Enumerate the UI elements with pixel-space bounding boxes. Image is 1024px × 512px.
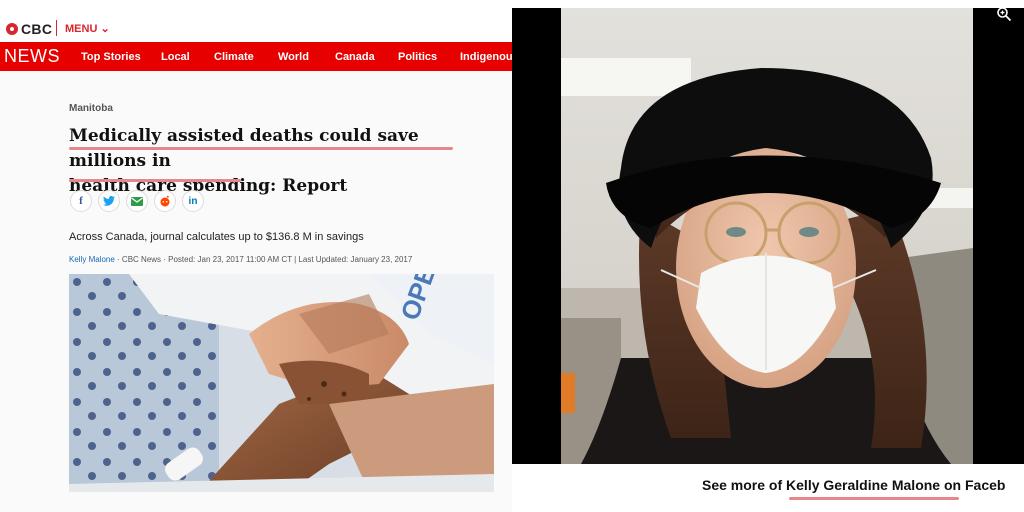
byline-meta: · CBC News · Posted: Jan 23, 2017 11:00 …	[114, 255, 413, 264]
nav-item-indigenous[interactable]: Indigenous	[460, 51, 512, 63]
reddit-share-button[interactable]	[154, 190, 176, 212]
nav-item-canada[interactable]: Canada	[335, 51, 375, 63]
facebook-icon: f	[79, 195, 83, 207]
email-icon	[131, 196, 143, 206]
nav-item-top-stories[interactable]: Top Stories	[81, 51, 141, 63]
section-label[interactable]: Manitoba	[69, 103, 113, 114]
header-divider	[56, 20, 57, 36]
nav-news-title[interactable]: NEWS	[4, 46, 60, 67]
linkedin-share-button[interactable]: in	[182, 190, 204, 212]
nav-item-local[interactable]: Local	[161, 51, 190, 63]
headline-underline-2	[69, 179, 241, 182]
cbc-wordmark: CBC	[21, 21, 53, 37]
nav-item-climate[interactable]: Climate	[214, 51, 254, 63]
cbc-header: CBC MENU ⌄	[0, 0, 512, 42]
zoom-in-icon[interactable]	[996, 6, 1012, 22]
facebook-post-panel: See more of Kelly Geraldine Malone on Fa…	[512, 0, 1024, 512]
share-bar: f in	[70, 190, 204, 212]
nav-item-politics[interactable]: Politics	[398, 51, 437, 63]
facebook-share-button[interactable]: f	[70, 190, 92, 212]
selfie-photo[interactable]	[561, 8, 973, 464]
photo-viewer	[512, 8, 1024, 464]
caption-prefix: See more of	[702, 477, 787, 493]
nav-item-world[interactable]: World	[278, 51, 309, 63]
article-deck: Across Canada, journal calculates up to …	[69, 231, 364, 243]
article-byline: Kelly Malone · CBC News · Posted: Jan 23…	[69, 255, 412, 264]
menu-button[interactable]: MENU ⌄	[65, 22, 110, 35]
caption-suffix: on Faceb	[940, 477, 1006, 493]
author-link[interactable]: Kelly Malone	[69, 255, 115, 264]
menu-label: MENU	[65, 23, 98, 35]
cbc-gem-icon	[6, 23, 18, 35]
selfie-image	[561, 8, 973, 464]
name-underline	[789, 497, 959, 500]
news-nav-bar: NEWS Top Stories Local Climate World Can…	[0, 42, 512, 71]
email-share-button[interactable]	[126, 190, 148, 212]
article-photo-held-hands: OPE	[69, 274, 494, 492]
held-hands-image: OPE	[69, 274, 494, 492]
twitter-share-button[interactable]	[98, 190, 120, 212]
chevron-down-icon: ⌄	[100, 23, 110, 35]
twitter-icon	[103, 196, 115, 206]
cbc-logo[interactable]: CBC	[6, 20, 52, 38]
cbc-article-screenshot: CBC MENU ⌄ NEWS Top Stories Local Climat…	[0, 0, 512, 512]
profile-name[interactable]: Kelly Geraldine Malone	[786, 477, 940, 493]
article-headline: Medically assisted deaths could save mil…	[69, 124, 489, 199]
linkedin-icon: in	[188, 195, 198, 207]
reddit-icon	[160, 195, 170, 207]
headline-underline-1	[69, 147, 453, 150]
see-more-caption[interactable]: See more of Kelly Geraldine Malone on Fa…	[702, 477, 1005, 493]
